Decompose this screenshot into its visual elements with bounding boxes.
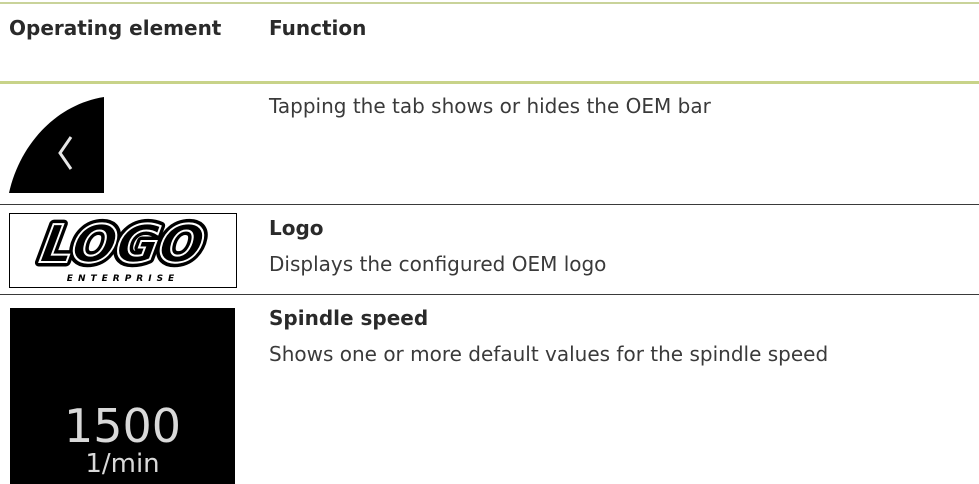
row-description: Displays the configured OEM logo	[269, 252, 607, 276]
oem-logo-image: LOGO LOGO ENTERPRISE	[9, 210, 237, 288]
spindle-speed-value: 1500	[63, 399, 182, 453]
spindle-speed-unit: 1/min	[85, 449, 160, 479]
table-row: 1500 1/min Spindle speed Shows one or mo…	[0, 295, 979, 484]
spindle-speed-display: 1500 1/min	[10, 308, 235, 484]
row-title: Logo	[269, 216, 324, 240]
table-top-rule	[0, 2, 979, 4]
table-row: LOGO LOGO ENTERPRISE Logo Displays the c…	[0, 205, 979, 294]
header-function: Function	[269, 16, 367, 40]
table-row: Tapping the tab shows or hides the OEM b…	[0, 86, 979, 204]
oem-bar-tab-icon	[9, 97, 104, 193]
row-title: Spindle speed	[269, 306, 429, 330]
svg-text:LOGO: LOGO	[36, 214, 209, 275]
svg-text:ENTERPRISE: ENTERPRISE	[67, 274, 179, 284]
header-operating-element: Operating element	[9, 16, 222, 40]
row-description: Shows one or more default values for the…	[269, 342, 829, 366]
table-header-rule	[0, 81, 979, 84]
row-description: Tapping the tab shows or hides the OEM b…	[269, 94, 711, 118]
